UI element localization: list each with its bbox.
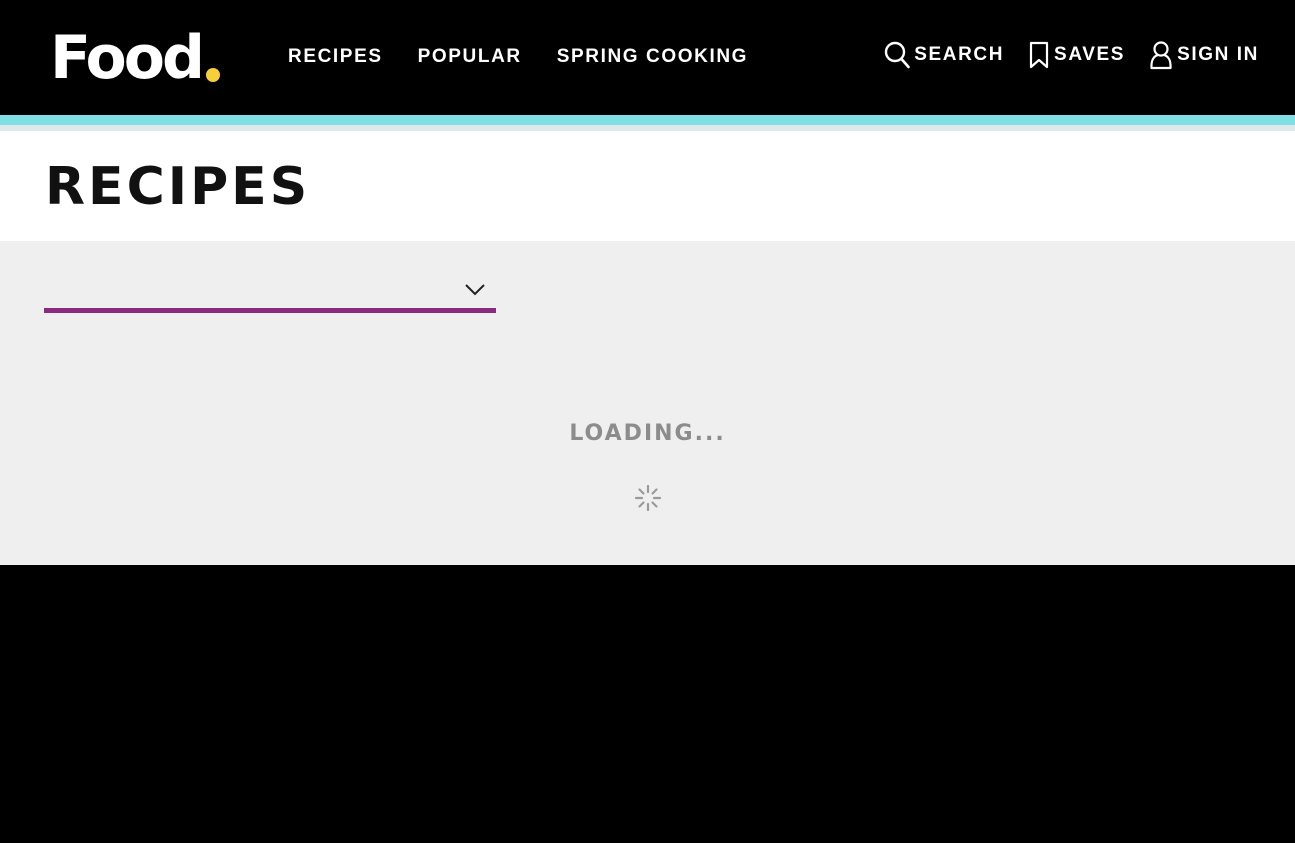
accent-bar [0, 115, 1295, 125]
header-utilities: SEARCH SAVES SIGN IN [884, 40, 1259, 70]
food-logo[interactable]: Food [50, 18, 220, 88]
nav-recipes[interactable]: RECIPES [288, 46, 383, 68]
nav-popular[interactable]: POPULAR [418, 46, 522, 68]
content-area: LOADING... [0, 241, 1295, 565]
spinner-icon [634, 484, 662, 512]
loading-text: LOADING... [569, 421, 726, 446]
recipe-filter-dropdown[interactable] [44, 271, 496, 313]
dropdown-underline [44, 308, 496, 313]
chevron-down-icon [465, 284, 485, 296]
sign-in-button[interactable]: SIGN IN [1149, 40, 1259, 70]
footer-area [0, 565, 1295, 843]
search-label: SEARCH [914, 44, 1005, 65]
saves-label: SAVES [1054, 44, 1126, 65]
bookmark-icon [1029, 41, 1049, 69]
sign-in-label: SIGN IN [1177, 44, 1259, 65]
logo-wordmark: Food [50, 23, 205, 93]
search-button[interactable]: SEARCH [884, 41, 1004, 69]
saves-button[interactable]: SAVES [1028, 41, 1125, 69]
user-icon [1150, 41, 1172, 70]
title-band: RECIPES [0, 131, 1295, 241]
site-header: Food RECIPES POPULAR SPRING COOKING SEAR… [0, 0, 1295, 115]
logo-dot [205, 68, 220, 82]
main-nav: RECIPES POPULAR SPRING COOKING [288, 46, 748, 68]
nav-spring-cooking[interactable]: SPRING COOKING [557, 46, 748, 68]
search-icon [885, 41, 911, 69]
page-title: RECIPES [45, 157, 311, 217]
